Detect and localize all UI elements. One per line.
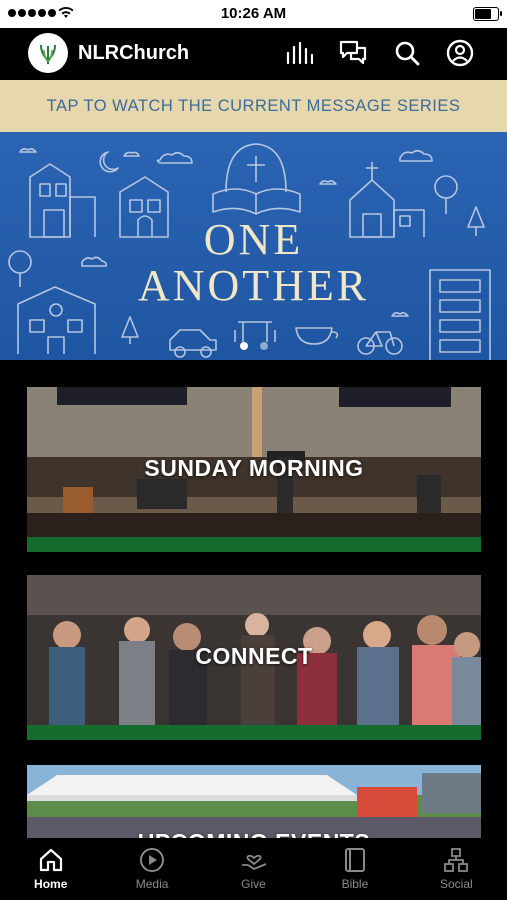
series-title-line2: ANOTHER	[137, 261, 370, 310]
give-hand-heart-icon	[241, 854, 266, 871]
tab-label: Home	[34, 877, 68, 891]
play-icon	[140, 848, 165, 872]
series-title-line1: ONE	[203, 215, 304, 264]
social-network-icon	[444, 848, 469, 872]
carousel-dot[interactable]	[259, 342, 268, 350]
app-header: NLRChurch	[0, 28, 507, 80]
battery-icon	[473, 7, 502, 21]
book-icon	[344, 848, 365, 872]
card-label: CONNECT	[195, 643, 313, 669]
tab-label: Media	[135, 877, 169, 891]
card-sunday-morning[interactable]: SUNDAY MORNING	[27, 387, 481, 552]
series-caption-text: TAP TO WATCH THE CURRENT MESSAGE SERIES	[46, 96, 461, 115]
tab-label: Bible	[341, 877, 369, 891]
series-artwork[interactable]: ONE ANOTHER	[0, 132, 507, 360]
wheat-logo-icon	[33, 38, 63, 68]
chat-icon[interactable]	[338, 38, 368, 68]
tab-give[interactable]: Give	[203, 838, 304, 900]
bottom-tab-bar: Home Media Give Bible Social	[0, 838, 507, 900]
carousel-page-indicator[interactable]	[0, 342, 507, 350]
upcoming-events-photo	[27, 765, 481, 838]
tab-social[interactable]: Social	[406, 838, 507, 900]
series-banner-caption[interactable]: TAP TO WATCH THE CURRENT MESSAGE SERIES	[0, 80, 507, 132]
card-upcoming-events[interactable]: UPCOMING EVENTS	[27, 765, 481, 838]
app-name: NLRChurch	[78, 42, 190, 64]
home-icon	[39, 848, 62, 872]
church-logo[interactable]	[28, 33, 68, 73]
tab-label: Give	[241, 877, 266, 891]
tab-media[interactable]: Media	[101, 838, 202, 900]
tab-label: Social	[439, 877, 473, 891]
card-connect[interactable]: CONNECT	[27, 575, 481, 740]
status-bar: 10:26 AM	[0, 0, 507, 28]
card-label: SUNDAY MORNING	[144, 455, 364, 481]
search-icon[interactable]	[392, 38, 422, 68]
equalizer-icon[interactable]	[284, 38, 314, 68]
card-label: UPCOMING EVENTS	[27, 829, 481, 838]
carousel-dot[interactable]	[239, 342, 248, 350]
card-accent-bar	[27, 725, 481, 740]
card-accent-bar	[27, 537, 481, 552]
tab-home[interactable]: Home	[0, 838, 101, 900]
profile-icon[interactable]	[445, 38, 475, 68]
status-time: 10:26 AM	[220, 5, 287, 22]
tab-bible[interactable]: Bible	[304, 838, 405, 900]
